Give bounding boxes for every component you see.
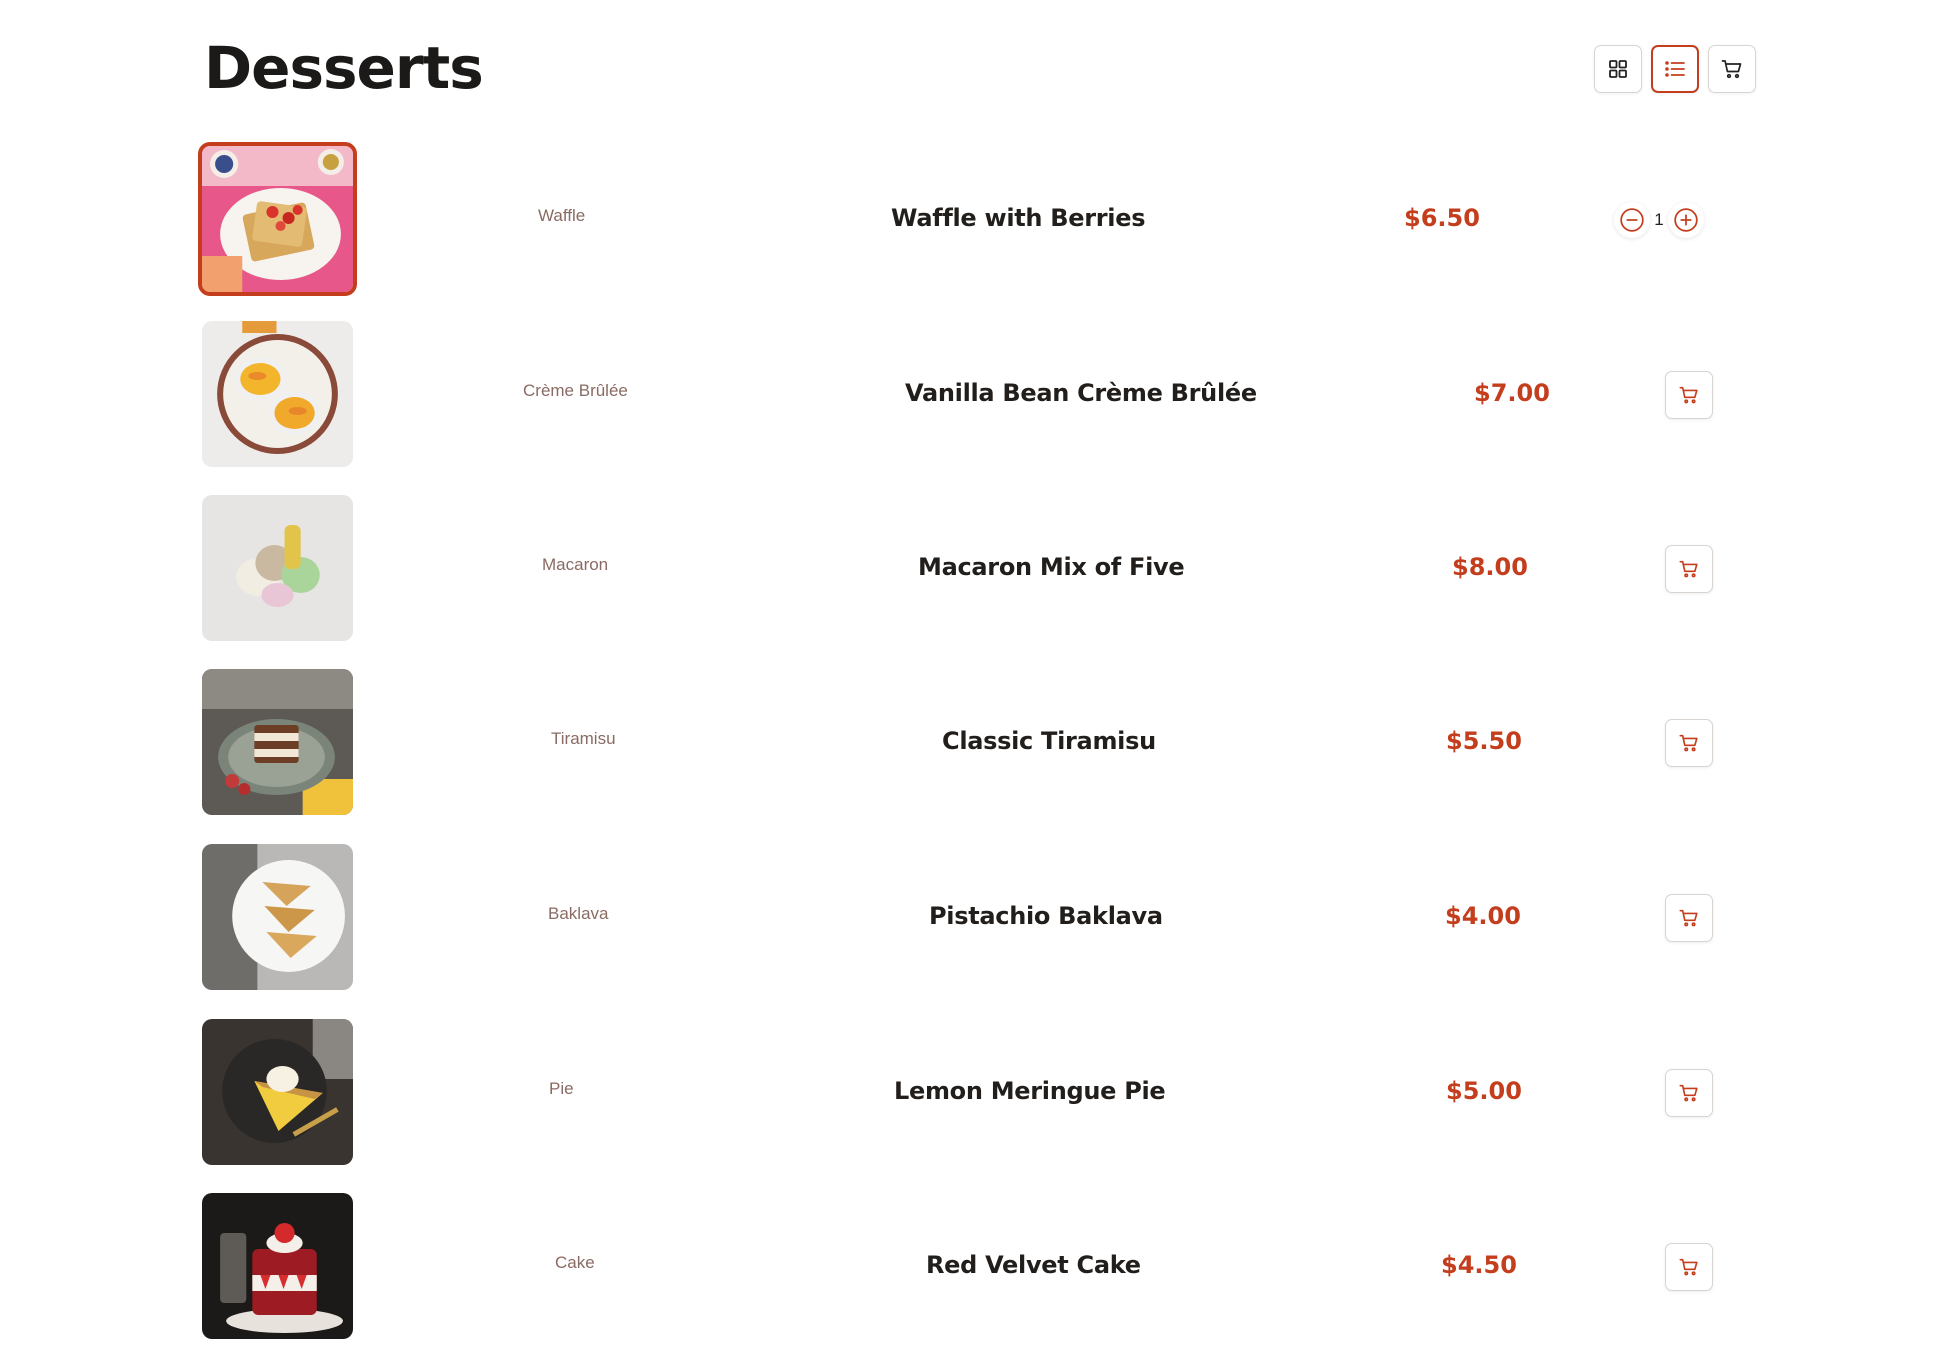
- dessert-name: Waffle with Berries: [891, 204, 1146, 232]
- dessert-row-macaron: Macaron Macaron Mix of Five $8.00: [0, 495, 1938, 645]
- dessert-image-cake[interactable]: [202, 1193, 353, 1339]
- grid-view-button[interactable]: [1594, 45, 1642, 93]
- minus-circle-icon: [1620, 208, 1644, 232]
- dessert-row-creme-brulee: Crème Brûlée Vanilla Bean Crème Brûlée $…: [0, 321, 1938, 471]
- dessert-price: $5.50: [1446, 727, 1522, 755]
- dessert-name: Vanilla Bean Crème Brûlée: [905, 379, 1257, 407]
- add-to-cart-button[interactable]: [1665, 894, 1713, 942]
- list-view-button[interactable]: [1651, 45, 1699, 93]
- dessert-category: Pie: [549, 1079, 574, 1098]
- dessert-name: Lemon Meringue Pie: [894, 1077, 1166, 1105]
- dessert-image-pie[interactable]: [202, 1019, 353, 1165]
- dessert-category: Baklava: [548, 904, 609, 923]
- dessert-row-waffle: Waffle Waffle with Berries $6.50 1: [0, 142, 1938, 296]
- dessert-image-baklava[interactable]: [202, 844, 353, 990]
- dessert-category: Crème Brûlée: [523, 381, 628, 400]
- add-to-cart-button[interactable]: [1665, 1243, 1713, 1291]
- cart-icon: [1679, 1084, 1698, 1102]
- dessert-row-tiramisu: Tiramisu Classic Tiramisu $5.50: [0, 669, 1938, 819]
- dessert-category: Macaron: [542, 555, 609, 574]
- dessert-category: Waffle: [538, 206, 586, 225]
- dessert-name: Pistachio Baklava: [929, 902, 1163, 930]
- dessert-price: $6.50: [1404, 204, 1480, 232]
- dessert-row-cake: Cake Red Velvet Cake $4.50: [0, 1193, 1938, 1343]
- dessert-image-tiramisu[interactable]: [202, 669, 353, 815]
- list-icon: [1665, 61, 1685, 77]
- dessert-image-creme-brulee[interactable]: [202, 321, 353, 467]
- dessert-price: $4.50: [1441, 1251, 1517, 1279]
- cart-icon: [1721, 60, 1742, 79]
- page-title: Desserts: [204, 34, 484, 102]
- add-to-cart-button[interactable]: [1665, 545, 1713, 593]
- add-to-cart-button[interactable]: [1665, 371, 1713, 419]
- cart-icon: [1679, 1258, 1698, 1276]
- cart-icon: [1679, 560, 1698, 578]
- dessert-price: $4.00: [1445, 902, 1521, 930]
- dessert-name: Classic Tiramisu: [942, 727, 1156, 755]
- quantity-value: 1: [1654, 210, 1664, 229]
- grid-icon: [1609, 60, 1627, 78]
- dessert-image-macaron[interactable]: [202, 495, 353, 641]
- dessert-name: Macaron Mix of Five: [918, 553, 1185, 581]
- dessert-image-waffle[interactable]: [198, 142, 357, 296]
- add-to-cart-button[interactable]: [1665, 719, 1713, 767]
- cart-view-button[interactable]: [1708, 45, 1756, 93]
- dessert-category: Tiramisu: [551, 729, 616, 748]
- cart-icon: [1679, 734, 1698, 752]
- dessert-price: $7.00: [1474, 379, 1550, 407]
- dessert-category: Cake: [555, 1253, 595, 1272]
- cart-icon: [1679, 386, 1698, 404]
- dessert-row-baklava: Baklava Pistachio Baklava $4.00: [0, 844, 1938, 994]
- dessert-price: $5.00: [1446, 1077, 1522, 1105]
- dessert-price: $8.00: [1452, 553, 1528, 581]
- increment-button[interactable]: [1668, 202, 1704, 238]
- plus-circle-icon: [1674, 208, 1698, 232]
- decrement-button[interactable]: [1614, 202, 1650, 238]
- cart-icon: [1679, 909, 1698, 927]
- add-to-cart-button[interactable]: [1665, 1069, 1713, 1117]
- dessert-row-pie: Pie Lemon Meringue Pie $5.00: [0, 1019, 1938, 1169]
- dessert-name: Red Velvet Cake: [926, 1251, 1141, 1279]
- quantity-stepper: 1: [1614, 202, 1704, 238]
